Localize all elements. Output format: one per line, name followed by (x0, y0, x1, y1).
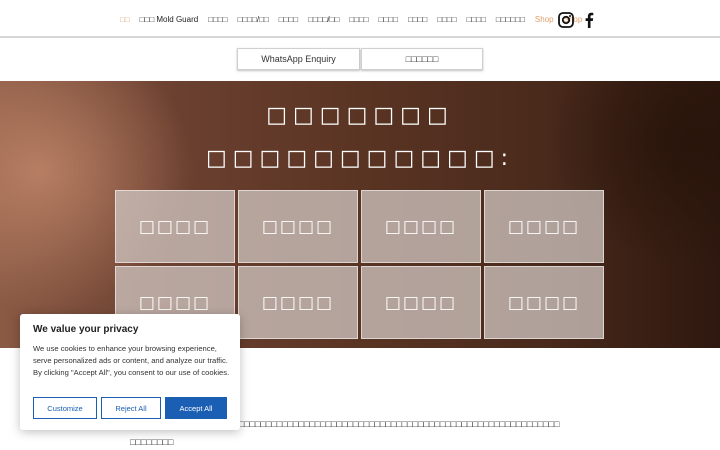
body-paragraph-end: □□□□□□□□ (130, 437, 174, 447)
nav-item-11[interactable]: □□□□ (467, 15, 486, 25)
sub-nav: WhatsApp Enquiry □□□□□□ (237, 48, 483, 70)
service-tile-1[interactable]: □□□□ (115, 190, 235, 263)
nav-item-3[interactable]: □□□□ (208, 15, 227, 25)
nav-item-12[interactable]: □□□□□□ (496, 15, 525, 25)
nav-item-8[interactable]: □□□□ (379, 15, 398, 25)
accept-all-button[interactable]: Accept All (165, 397, 227, 419)
nav-item-home[interactable]: □□ (120, 15, 130, 25)
nav-item-mold-guard[interactable]: □□□ Mold Guard (140, 15, 199, 25)
service-tile-7[interactable]: □□□□ (361, 266, 481, 339)
nav-item-shop[interactable]: Shop (535, 15, 554, 25)
secondary-button[interactable]: □□□□□□ (361, 48, 483, 70)
nav-item-6[interactable]: □□□□/□□ (308, 15, 339, 25)
cookie-consent-banner: We value your privacy We use cookies to … (20, 314, 240, 430)
cookie-title: We value your privacy (33, 324, 139, 335)
cookie-text: We use cookies to enhance your browsing … (33, 344, 230, 377)
nav-item-4[interactable]: □□□□/□□ (238, 15, 269, 25)
nav-item-10[interactable]: □□□□ (437, 15, 456, 25)
service-tile-4[interactable]: □□□□ (484, 190, 604, 263)
hero-title-line1: □□□□□□□ (266, 103, 454, 128)
nav-item-9[interactable]: □□□□ (408, 15, 427, 25)
service-tile-3[interactable]: □□□□ (361, 190, 481, 263)
service-tile-2[interactable]: □□□□ (238, 190, 358, 263)
nav-item-5[interactable]: □□□□ (279, 15, 298, 25)
main-nav: □□ □□□ Mold Guard □□□□ □□□□/□□ □□□□ □□□□… (120, 15, 592, 25)
social-links (558, 12, 595, 28)
reject-all-button[interactable]: Reject All (101, 397, 161, 419)
hero-title-line2: □□□□□□□□□□□: (205, 146, 515, 171)
service-tile-8[interactable]: □□□□ (484, 266, 604, 339)
site-header: □□ □□□ Mold Guard □□□□ □□□□/□□ □□□□ □□□□… (0, 0, 720, 38)
customize-button[interactable]: Customize (33, 397, 97, 419)
cookie-actions: Customize Reject All Accept All (33, 397, 227, 419)
instagram-icon[interactable] (558, 12, 574, 28)
facebook-icon[interactable] (583, 12, 595, 28)
service-tile-6[interactable]: □□□□ (238, 266, 358, 339)
whatsapp-enquiry-button[interactable]: WhatsApp Enquiry (237, 48, 360, 70)
nav-item-7[interactable]: □□□□ (349, 15, 368, 25)
